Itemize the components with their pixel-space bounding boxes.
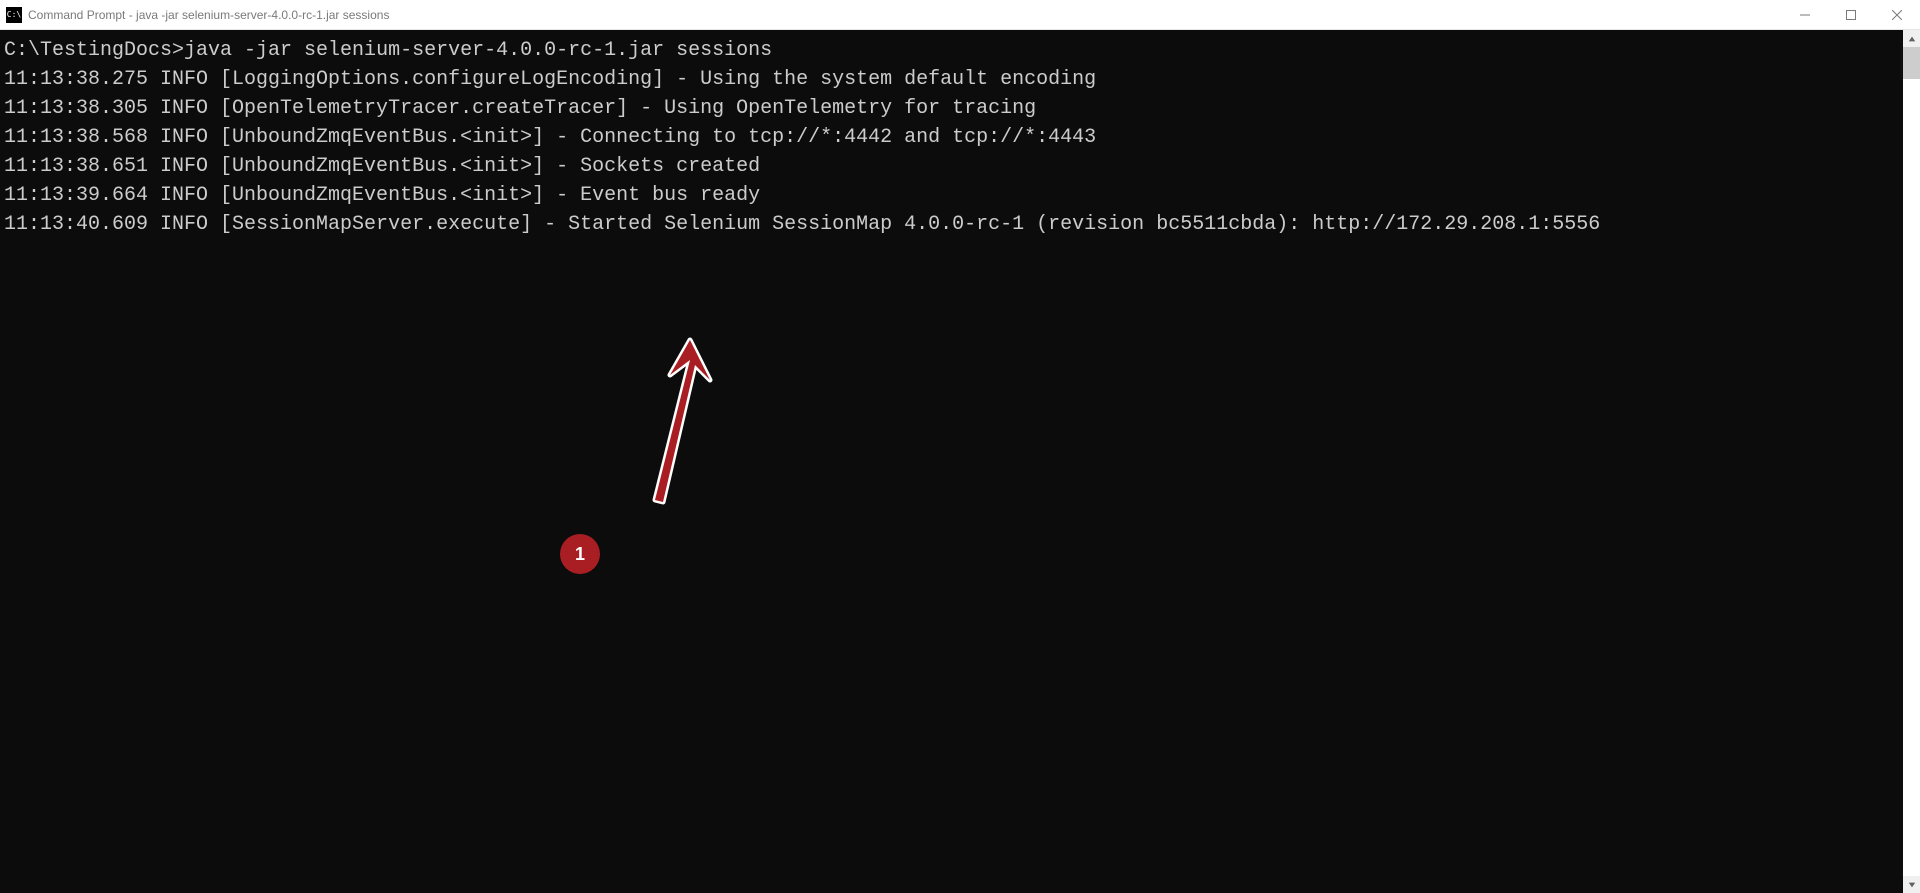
log-line: 11:13:38.651 INFO [UnboundZmqEventBus.<i… bbox=[4, 155, 760, 178]
log-line: 11:13:40.609 INFO [SessionMapServer.exec… bbox=[4, 213, 1600, 236]
minimize-button[interactable] bbox=[1782, 0, 1828, 29]
scroll-thumb[interactable] bbox=[1903, 47, 1920, 79]
titlebar: C:\ Command Prompt - java -jar selenium-… bbox=[0, 0, 1920, 30]
log-line: 11:13:38.305 INFO [OpenTelemetryTracer.c… bbox=[4, 97, 1036, 120]
window-controls bbox=[1782, 0, 1920, 29]
scroll-down-button[interactable] bbox=[1903, 876, 1920, 893]
close-button[interactable] bbox=[1874, 0, 1920, 29]
vertical-scrollbar[interactable] bbox=[1903, 30, 1920, 893]
window-title: Command Prompt - java -jar selenium-serv… bbox=[28, 8, 1782, 22]
cmd-icon: C:\ bbox=[6, 7, 22, 23]
terminal-output[interactable]: C:\TestingDocs>java -jar selenium-server… bbox=[0, 30, 1903, 893]
prompt-path: C:\TestingDocs> bbox=[4, 39, 184, 62]
log-line: 11:13:39.664 INFO [UnboundZmqEventBus.<i… bbox=[4, 184, 760, 207]
scroll-up-button[interactable] bbox=[1903, 30, 1920, 47]
maximize-button[interactable] bbox=[1828, 0, 1874, 29]
log-line: 11:13:38.275 INFO [LoggingOptions.config… bbox=[4, 68, 1096, 91]
command-text: java -jar selenium-server-4.0.0-rc-1.jar… bbox=[184, 39, 772, 62]
terminal-wrapper: C:\TestingDocs>java -jar selenium-server… bbox=[0, 30, 1920, 893]
log-line: 11:13:38.568 INFO [UnboundZmqEventBus.<i… bbox=[4, 126, 1096, 149]
